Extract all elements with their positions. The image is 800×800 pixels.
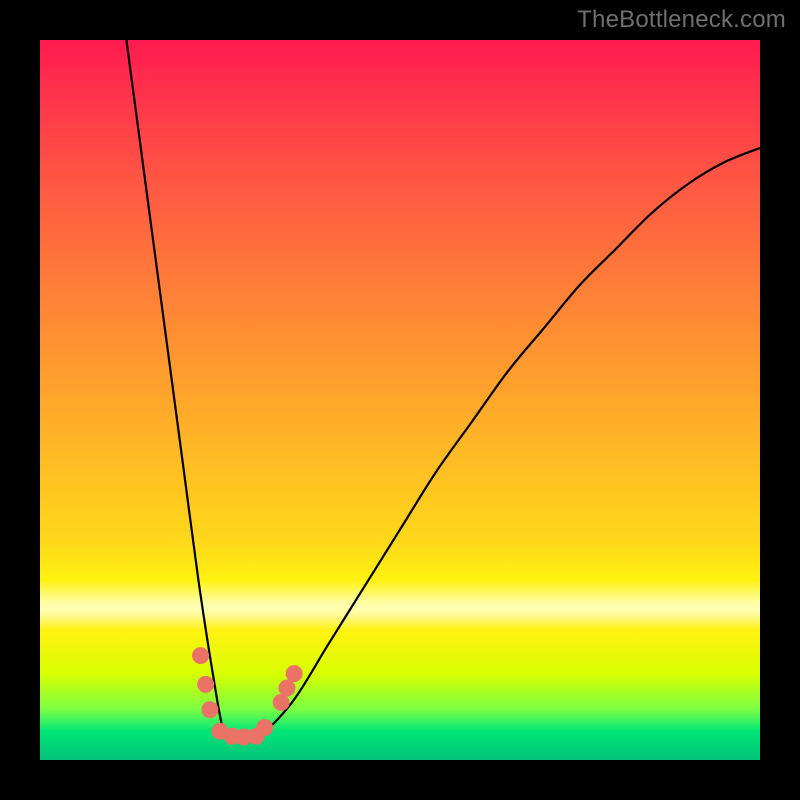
bottleneck-curve [40, 40, 760, 760]
marker-dot [197, 676, 214, 693]
marker-dot [201, 701, 218, 718]
marker-dot [256, 719, 273, 736]
plot-area [40, 40, 760, 760]
marker-dot [286, 665, 303, 682]
marker-dot [278, 680, 295, 697]
chart-frame: TheBottleneck.com [0, 0, 800, 800]
marker-dot [192, 647, 209, 664]
watermark-text: TheBottleneck.com [577, 6, 786, 34]
